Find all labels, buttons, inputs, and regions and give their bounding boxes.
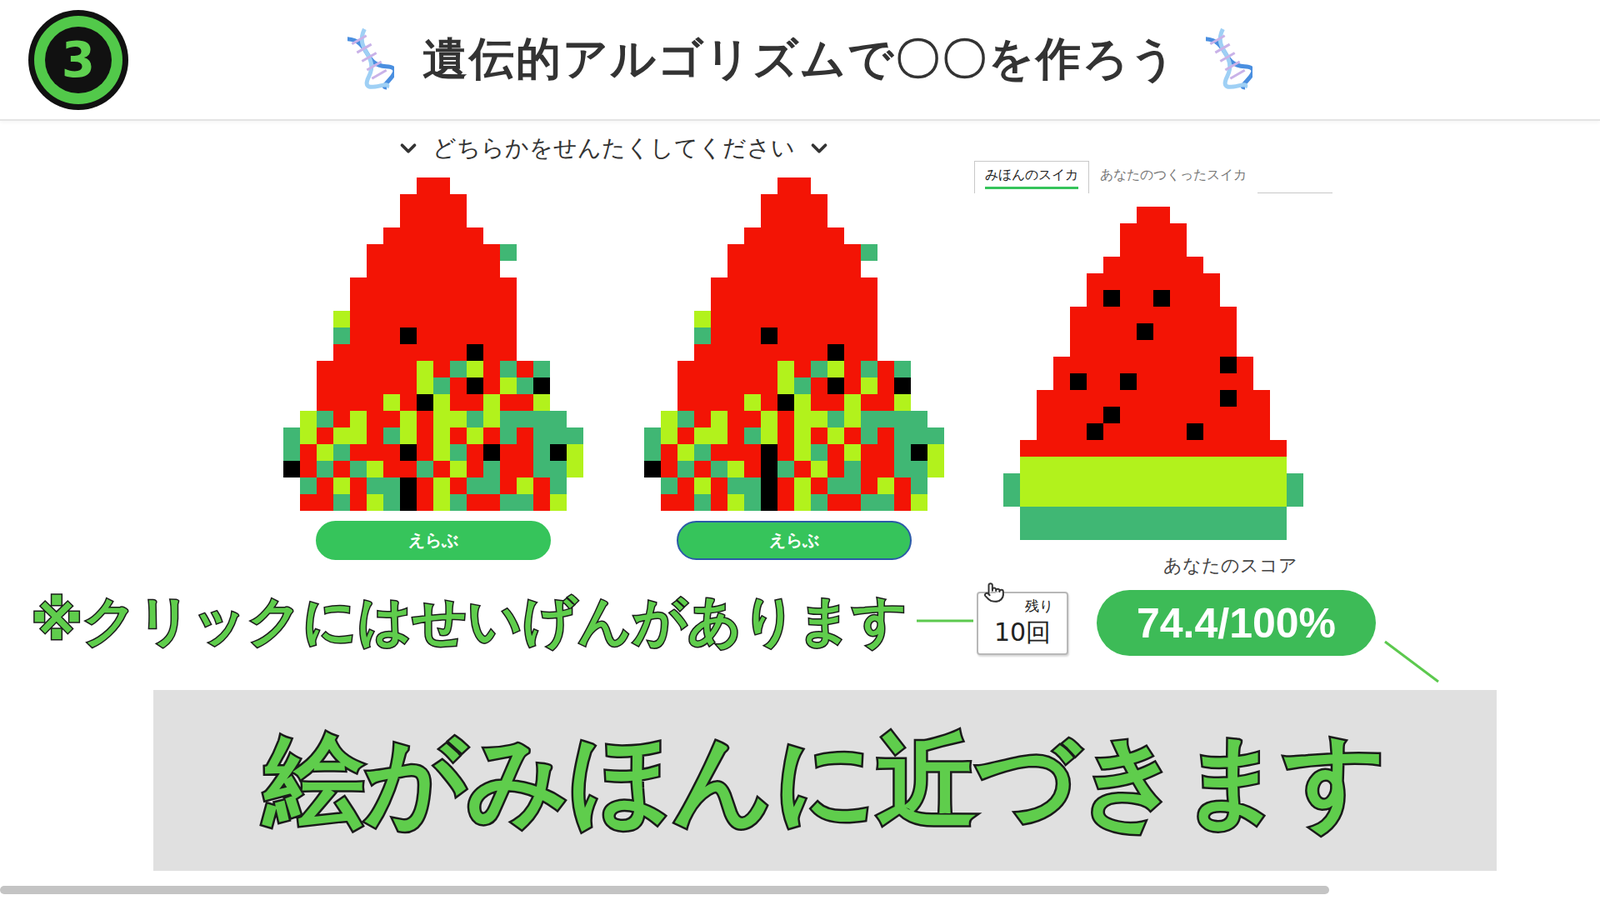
horizontal-scrollbar[interactable] bbox=[0, 885, 1330, 895]
title-row: 遺伝的アルゴリズムで〇〇を作ろう bbox=[347, 26, 1253, 94]
candidate-watermelon bbox=[644, 177, 945, 511]
sample-watermelon bbox=[1003, 206, 1304, 540]
chevron-down-icon bbox=[395, 135, 421, 161]
remaining-clicks: 残り10回 bbox=[976, 591, 1069, 655]
main-area: どちらかをせんたくしてくださいえらぶえらぶ※クリックにはせいげんがありますみほん… bbox=[0, 120, 1600, 656]
choose-button[interactable]: えらぶ bbox=[315, 520, 551, 560]
dna-icon bbox=[347, 26, 395, 94]
candidate-watermelon bbox=[283, 177, 584, 511]
sample-panel: みほんのスイカあなたのつくったスイカあなたのスコア残り10回 74.4/100% bbox=[974, 160, 1391, 656]
candidate-card: えらぶ bbox=[644, 177, 945, 560]
caption-text: 絵がみほんに近づきます bbox=[264, 720, 1387, 841]
connector-line bbox=[916, 620, 974, 623]
tab[interactable]: みほんのスイカ bbox=[974, 160, 1090, 194]
badge-ring: 3 bbox=[34, 15, 123, 105]
sample-art bbox=[1003, 206, 1391, 544]
page-title: 遺伝的アルゴリズムで〇〇を作ろう bbox=[422, 29, 1178, 90]
score-row: 残り10回 74.4/100% bbox=[976, 590, 1391, 656]
connector-line bbox=[1385, 641, 1439, 682]
click-limit-note: ※クリックにはせいげんがあります bbox=[30, 591, 975, 650]
step-badge: 3 bbox=[28, 10, 129, 110]
score-label: あなたのスコア bbox=[1163, 553, 1391, 579]
connector-lines bbox=[0, 0, 1600, 900]
caption-box: 絵がみほんに近づきます bbox=[153, 690, 1497, 871]
tab-strip: みほんのスイカあなたのつくったスイカ bbox=[974, 160, 1333, 194]
badge-number: 3 bbox=[45, 26, 112, 94]
chevron-down-icon bbox=[806, 135, 832, 161]
candidate-card: えらぶ bbox=[283, 177, 584, 560]
title-bar: 3 遺伝的アルゴリズムで〇〇を作ろう bbox=[0, 0, 1600, 121]
instruction: どちらかをせんたくしてください bbox=[395, 132, 832, 165]
tab-label: あなたのつくったスイカ bbox=[1100, 166, 1247, 190]
dna-icon bbox=[1205, 26, 1253, 94]
tab-label: みほんのスイカ bbox=[985, 166, 1079, 190]
choose-button[interactable]: えらぶ bbox=[676, 520, 912, 560]
instruction-text: どちらかをせんたくしてください bbox=[432, 132, 795, 165]
cursor-icon bbox=[983, 581, 1005, 604]
page: 3 遺伝的アルゴリズムで〇〇を作ろうどちらかをせんたくしてくださいえらぶ えらぶ ※ク… bbox=[0, 0, 1600, 900]
candidate-row: えらぶ えらぶ bbox=[283, 177, 945, 560]
left-section: どちらかをせんたくしてくださいえらぶ えらぶ ※クリックにはせいげんがあります bbox=[30, 120, 975, 656]
remaining-count: 10回 bbox=[983, 615, 1062, 650]
score-value: 74.4/100% bbox=[1096, 590, 1376, 656]
candidate-group: どちらかをせんたくしてくださいえらぶ えらぶ bbox=[283, 120, 945, 560]
tab[interactable]: あなたのつくったスイカ bbox=[1089, 160, 1258, 194]
